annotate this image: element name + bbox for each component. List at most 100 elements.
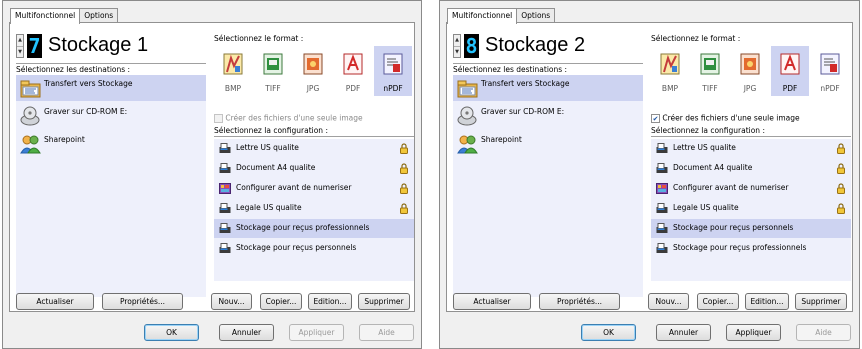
destination-label: Transfert vers Stockage	[481, 79, 570, 88]
lock-icon	[400, 183, 408, 194]
format-option-bmp[interactable]: BMP	[651, 46, 689, 96]
scanner-icon	[656, 143, 668, 154]
spin-up-arrow-icon[interactable]: ▲	[454, 35, 460, 46]
refresh-button[interactable]: Actualiser	[16, 293, 94, 310]
tab-multifonctionnel[interactable]: Multifonctionnel	[10, 8, 81, 24]
tab-content: ▲ ▼ 8 Stockage 2 Sélectionnez les destin…	[446, 22, 853, 312]
format-label-text: JPG	[743, 84, 757, 93]
format-option-jpg[interactable]: JPG	[294, 46, 332, 96]
configuration-item[interactable]: Configurer avant de numeriser	[214, 179, 414, 198]
configuration-item[interactable]: Stockage pour reçus professionnels	[651, 239, 851, 258]
delete-button[interactable]: Supprimer	[358, 293, 410, 310]
sharepoint-icon	[20, 134, 41, 154]
sharepoint-icon	[457, 134, 478, 154]
single-image-checkbox[interactable]: ✔	[651, 113, 660, 123]
lock-icon	[837, 203, 845, 214]
profile-spinner[interactable]: ▲ ▼	[453, 34, 461, 58]
refresh-button[interactable]: Actualiser	[453, 293, 531, 310]
format-option-jpg[interactable]: JPG	[731, 46, 769, 96]
format-option-pdf[interactable]: PDF	[771, 46, 809, 96]
tab-content: ▲ ▼ 7 Stockage 1 Sélectionnez les destin…	[9, 22, 415, 312]
configuration-label-text: Lettre US qualite	[673, 143, 736, 152]
configuration-item[interactable]: Stockage pour reçus personnels	[651, 219, 851, 238]
configuration-item[interactable]: Lettre US qualite	[214, 139, 414, 158]
cancel-button[interactable]: Annuler	[656, 324, 711, 341]
configure-icon	[656, 183, 668, 194]
new-button[interactable]: Nouv...	[211, 293, 252, 310]
format-option-npdf[interactable]: nPDF	[811, 46, 849, 96]
configure-icon	[219, 183, 231, 194]
configuration-label: Sélectionnez la configuration :	[651, 126, 765, 135]
destination-item[interactable]: Transfert vers Stockage	[453, 75, 643, 101]
configuration-item[interactable]: Document A4 qualite	[651, 159, 851, 178]
configuration-item[interactable]: Configurer avant de numeriser	[651, 179, 851, 198]
format-label-text: BMP	[661, 84, 679, 93]
single-image-label: Créer des fichiers d'une seule image	[662, 113, 800, 123]
single-image-option[interactable]: ✔ Créer des fichiers d'une seule image	[651, 113, 800, 123]
tab-options[interactable]: Options	[79, 8, 119, 23]
spin-down-arrow-icon[interactable]: ▼	[454, 46, 460, 57]
destination-item[interactable]: Transfert vers Stockage	[16, 75, 206, 101]
format-label-text: PDF	[782, 84, 798, 93]
destination-item[interactable]: Sharepoint	[453, 131, 643, 157]
new-button[interactable]: Nouv...	[648, 293, 689, 310]
configuration-label-text: Stockage pour reçus professionnels	[236, 223, 370, 232]
configuration-label-text: Configurer avant de numeriser	[236, 183, 352, 192]
copy-button[interactable]: Copier...	[260, 293, 302, 310]
configuration-item[interactable]: Legale US qualite	[651, 199, 851, 218]
cd-burner-icon	[457, 106, 478, 126]
configuration-item[interactable]: Lettre US qualite	[651, 139, 851, 158]
configuration-item[interactable]: Document A4 qualite	[214, 159, 414, 178]
properties-button[interactable]: Propriétés...	[102, 293, 183, 310]
format-option-pdf[interactable]: PDF	[334, 46, 372, 96]
tab-multifonctionnel[interactable]: Multifonctionnel	[447, 8, 518, 24]
format-option-tiff[interactable]: TIFF	[254, 46, 292, 96]
single-image-option[interactable]: Créer des fichiers d'une seule image	[214, 113, 363, 123]
configuration-item[interactable]: Stockage pour reçus professionnels	[214, 219, 414, 238]
configuration-label: Sélectionnez la configuration :	[214, 126, 328, 135]
configuration-item[interactable]: Stockage pour reçus personnels	[214, 239, 414, 258]
single-image-checkbox[interactable]	[214, 113, 223, 123]
format-option-npdf[interactable]: nPDF	[374, 46, 412, 96]
destination-item[interactable]: Graver sur CD-ROM E:	[16, 103, 206, 129]
configuration-divider	[651, 136, 851, 137]
profile-selector: ▲ ▼ 8 Stockage 2	[453, 31, 643, 64]
tab-options[interactable]: Options	[516, 8, 556, 23]
profile-number-display: 8	[464, 34, 479, 58]
spin-up-arrow-icon[interactable]: ▲	[17, 35, 23, 46]
scanner-icon	[219, 203, 231, 214]
ok-button[interactable]: OK	[581, 324, 636, 341]
format-option-bmp[interactable]: BMP	[214, 46, 252, 96]
format-selector: BMP TIFF JPG PDF nPDF	[214, 46, 414, 96]
configuration-label-text: Lettre US qualite	[236, 143, 299, 152]
delete-button[interactable]: Supprimer	[795, 293, 847, 310]
lock-icon	[400, 163, 408, 174]
profile-spinner[interactable]: ▲ ▼	[16, 34, 24, 58]
copy-button[interactable]: Copier...	[697, 293, 739, 310]
configuration-label-text: Document A4 qualite	[236, 163, 316, 172]
format-option-tiff[interactable]: TIFF	[691, 46, 729, 96]
destination-item[interactable]: Sharepoint	[16, 131, 206, 157]
cancel-button[interactable]: Annuler	[219, 324, 274, 341]
format-selector: BMP TIFF JPG PDF nPDF	[651, 46, 851, 96]
apply-button[interactable]: Appliquer	[726, 324, 781, 341]
destination-item[interactable]: Graver sur CD-ROM E:	[453, 103, 643, 129]
help-button[interactable]: Aide	[796, 324, 851, 341]
help-button[interactable]: Aide	[359, 324, 414, 341]
destinations-label: Sélectionnez les destinations :	[453, 65, 568, 74]
configuration-item[interactable]: Legale US qualite	[214, 199, 414, 218]
ok-button[interactable]: OK	[144, 324, 199, 341]
jpg-format-icon	[301, 52, 325, 76]
profile-name: Stockage 2	[485, 34, 586, 56]
configuration-label-text: Stockage pour reçus personnels	[673, 223, 794, 232]
apply-button[interactable]: Appliquer	[289, 324, 344, 341]
destination-label: Graver sur CD-ROM E:	[481, 107, 565, 116]
format-label-text: TIFF	[702, 84, 718, 93]
edit-button[interactable]: Edition...	[308, 293, 352, 310]
properties-button[interactable]: Propriétés...	[539, 293, 620, 310]
edit-button[interactable]: Edition...	[745, 293, 789, 310]
destination-label: Sharepoint	[44, 135, 85, 144]
format-label: Sélectionnez le format :	[214, 34, 304, 43]
bmp-format-icon	[221, 52, 245, 76]
spin-down-arrow-icon[interactable]: ▼	[17, 46, 23, 57]
